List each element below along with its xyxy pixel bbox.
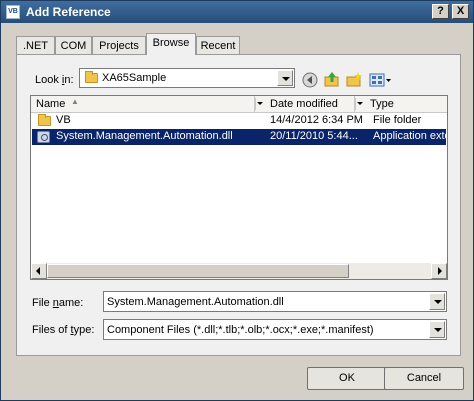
files-of-type-value: Component Files (*.dll;*.tlb;*.olb;*.ocx… — [107, 324, 374, 336]
tab-com[interactable]: COM — [55, 36, 92, 55]
file-name-combo[interactable]: System.Management.Automation.dll — [103, 291, 447, 312]
file-type: File folder — [373, 114, 422, 126]
new-folder-icon[interactable] — [345, 71, 363, 89]
tab-dotnet[interactable]: .NET — [16, 36, 55, 55]
look-in-value: XA65Sample — [102, 72, 167, 84]
scroll-right-icon — [438, 267, 442, 275]
name-filter-dropdown-icon[interactable] — [255, 98, 265, 110]
vb-app-icon: VB — [6, 5, 20, 19]
date-filter-dropdown-icon[interactable] — [355, 98, 365, 110]
file-row-vb[interactable]: VB 14/4/2012 6:34 PM File folder — [32, 113, 446, 129]
look-in-dropdown-arrow[interactable] — [277, 70, 293, 86]
views-menu-icon[interactable] — [369, 71, 393, 89]
up-folder-icon[interactable] — [323, 71, 341, 89]
file-list[interactable]: Name ▲ Date modified Type VB 14/4/2012 6… — [30, 95, 448, 280]
look-in-label: Look in: — [35, 74, 74, 86]
look-in-combo[interactable]: XA65Sample — [79, 68, 295, 88]
horizontal-scrollbar[interactable] — [31, 263, 447, 279]
window-title: Add Reference — [26, 5, 111, 19]
files-of-type-label: Files of type: — [32, 324, 95, 336]
tab-recent[interactable]: Recent — [196, 36, 240, 55]
file-name-dropdown-arrow[interactable] — [429, 293, 445, 310]
files-of-type-combo[interactable]: Component Files (*.dll;*.tlb;*.olb;*.ocx… — [103, 319, 447, 340]
ok-button[interactable]: OK — [307, 367, 387, 390]
scroll-left-icon — [36, 267, 40, 275]
files-of-type-dropdown-arrow[interactable] — [429, 321, 445, 338]
close-button[interactable]: X — [452, 4, 469, 19]
help-button[interactable]: ? — [432, 4, 449, 19]
file-row-automation-dll[interactable]: System.Management.Automation.dll 20/11/2… — [32, 129, 446, 145]
file-list-header: Name ▲ Date modified Type — [31, 96, 447, 113]
cancel-button[interactable]: Cancel — [384, 367, 464, 390]
file-type: Application exte — [373, 130, 446, 142]
column-header-name[interactable]: Name ▲ — [31, 96, 255, 112]
dll-file-icon — [37, 131, 50, 143]
file-name-value[interactable]: System.Management.Automation.dll — [107, 296, 284, 308]
column-header-date[interactable]: Date modified — [265, 96, 355, 112]
scroll-thumb[interactable] — [47, 264, 349, 278]
title-bar[interactable]: VB Add Reference ? X — [1, 1, 473, 23]
file-name: VB — [56, 114, 71, 126]
scroll-left-button[interactable] — [31, 263, 47, 279]
add-reference-dialog: VB Add Reference ? X .NET COM Projects B… — [0, 0, 474, 401]
folder-icon — [85, 71, 98, 83]
file-date: 20/11/2010 5:44... — [270, 130, 358, 142]
column-header-type[interactable]: Type — [365, 96, 447, 112]
file-date: 14/4/2012 6:34 PM — [270, 114, 363, 126]
file-name-label: File name: — [32, 297, 84, 309]
back-arrow-icon[interactable] — [301, 71, 319, 89]
file-name: System.Management.Automation.dll — [56, 130, 233, 142]
tab-browse[interactable]: Browse — [146, 33, 196, 55]
sort-ascending-icon: ▲ — [71, 97, 79, 106]
scroll-right-button[interactable] — [431, 263, 447, 279]
tab-projects[interactable]: Projects — [92, 36, 146, 55]
folder-icon — [38, 114, 51, 126]
